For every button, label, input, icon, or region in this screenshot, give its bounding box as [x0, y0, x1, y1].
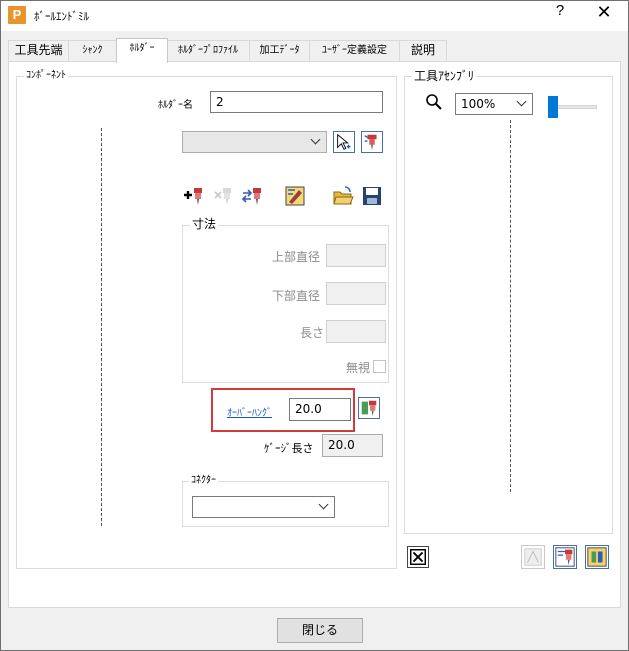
tab-user-defined-settings[interactable]: ﾕｰｻﾞｰ定義設定 [309, 40, 400, 61]
pick-holder-icon[interactable] [361, 131, 383, 153]
length-label: 長さ [300, 326, 325, 340]
tab-holder-profile[interactable]: ﾎﾙﾀﾞｰﾌﾟﾛﾌｧｲﾙ [166, 40, 250, 61]
length-input[interactable] [326, 320, 386, 343]
chevron-down-icon [318, 499, 329, 510]
add-component-icon[interactable] [182, 185, 204, 207]
fit-view-icon[interactable] [407, 546, 429, 568]
assembly-holder-icon[interactable] [553, 545, 577, 569]
overhang-input[interactable]: 20.0 [289, 398, 351, 421]
chevron-down-icon [310, 134, 321, 145]
holder-select[interactable] [182, 131, 327, 153]
tool-assembly-group-label: 工具ｱｾﾝﾌﾞﾘ [412, 69, 477, 83]
tab-holder[interactable]: ﾎﾙﾀﾞｰ [116, 38, 168, 63]
help-button[interactable]: ? [546, 2, 574, 28]
replace-component-icon[interactable] [241, 185, 263, 207]
save-icon[interactable] [361, 185, 383, 207]
holder-name-input[interactable]: 2 [210, 91, 383, 113]
tool-assembly-group [404, 76, 613, 534]
search-icon[interactable] [424, 92, 444, 112]
tab-tool-tip[interactable]: 工具先端 [8, 40, 69, 61]
connector-group-label: ｺﾈｸﾀｰ [189, 475, 218, 487]
close-window-button[interactable]: ✕ [586, 2, 622, 28]
zoom-value: 100% [461, 97, 496, 111]
ignore-label: 無視 [346, 361, 371, 375]
delete-component-icon [212, 185, 234, 207]
tab-cutting-data[interactable]: 加工ﾃﾞｰﾀ [249, 40, 310, 61]
gauge-length-value: 20.0 [322, 434, 383, 457]
connector-select[interactable] [192, 496, 335, 518]
select-holder-button[interactable] [333, 131, 355, 153]
edit-component-icon[interactable] [284, 185, 306, 207]
assembly-preview-centerline [510, 120, 511, 492]
ignore-checkbox[interactable] [373, 360, 386, 373]
gauge-length-label: ｹﾞｰｼﾞ長さ [264, 442, 314, 455]
dimensions-group-label: 寸法 [190, 217, 219, 231]
tab-description[interactable]: 説明 [399, 40, 447, 61]
title-bar [1, 1, 628, 31]
chevron-down-icon [516, 96, 527, 107]
holder-preview-centerline [101, 128, 102, 526]
open-folder-icon[interactable] [332, 185, 354, 207]
zoom-select[interactable]: 100% [455, 93, 533, 115]
app-icon: P [8, 6, 26, 24]
top-diameter-label: 上部直径 [272, 250, 321, 264]
close-button[interactable]: 閉じる [277, 618, 363, 643]
bottom-diameter-label: 下部直径 [272, 289, 321, 303]
tab-shank[interactable]: ｼｬﾝｸ [68, 40, 117, 61]
overhang-tool-button[interactable] [358, 397, 380, 419]
bottom-diameter-input[interactable] [326, 282, 386, 305]
assembly-view-disabled-icon [521, 545, 545, 569]
zoom-slider-thumb[interactable] [548, 96, 558, 118]
window-title: ﾎﾞｰﾙｴﾝﾄﾞﾐﾙ [34, 10, 89, 23]
assembly-export-icon[interactable] [585, 545, 609, 569]
top-diameter-input[interactable] [326, 244, 386, 267]
holder-name-label: ﾎﾙﾀﾞｰ名 [158, 100, 193, 111]
component-group-label: ｺﾝﾎﾟｰﾈﾝﾄ [24, 70, 68, 82]
overhang-link[interactable]: ｵｰﾊﾞｰﾊﾝｸﾞ [227, 404, 272, 419]
